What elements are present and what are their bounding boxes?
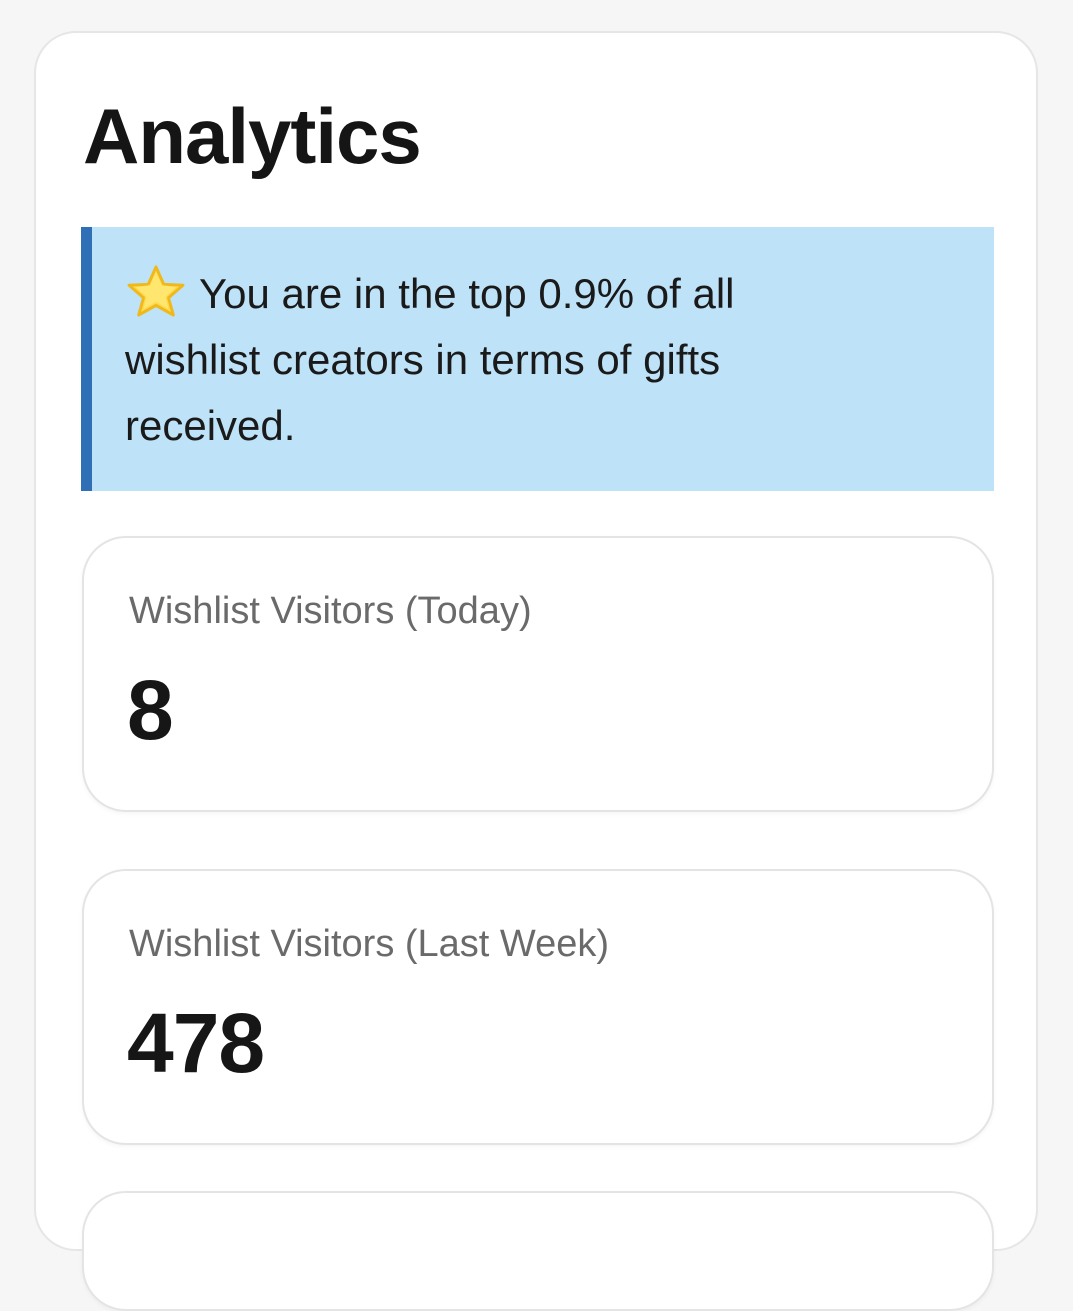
- star-icon: [125, 265, 187, 317]
- notice-message: You are in the top 0.9% of all wishlist …: [125, 261, 825, 459]
- page-title: Analytics: [83, 92, 422, 180]
- today-visitors-card: Wishlist Visitors (Today) 8: [82, 536, 994, 812]
- last-week-visitors-label: Wishlist Visitors (Last Week): [129, 923, 610, 965]
- analytics-panel: Analytics You are in the top 0.9% of all…: [34, 31, 1038, 1311]
- last-week-visitors-value: 478: [127, 996, 265, 1090]
- top-creator-notice: You are in the top 0.9% of all wishlist …: [81, 227, 994, 491]
- last-week-visitors-card: Wishlist Visitors (Last Week) 478: [82, 869, 994, 1145]
- next-stat-card: [82, 1191, 994, 1311]
- notice-text: You are in the top 0.9% of all wishlist …: [125, 270, 735, 449]
- today-visitors-label: Wishlist Visitors (Today): [129, 590, 532, 632]
- today-visitors-value: 8: [127, 663, 174, 757]
